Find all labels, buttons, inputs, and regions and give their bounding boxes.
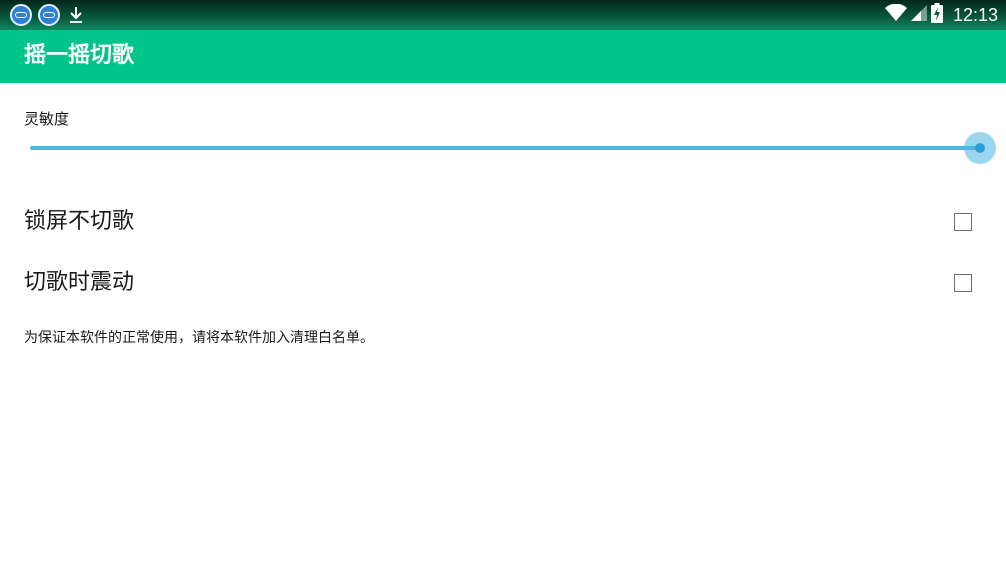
lockscreen-checkbox[interactable]: [954, 213, 972, 231]
system-icons: 12:13: [884, 3, 998, 27]
app-bar: 摇一摇切歌: [0, 30, 1006, 83]
fox-notification-icon: [10, 4, 32, 26]
download-icon: [66, 4, 86, 26]
notification-icons: [10, 4, 86, 26]
page-title: 摇一摇切歌: [24, 43, 135, 68]
vibrate-checkbox[interactable]: [954, 274, 972, 292]
whitelist-note: 为保证本软件的正常使用，请将本软件加入清理白名单。: [24, 330, 374, 346]
pref-title-lockscreen: 锁屏不切歌: [24, 209, 135, 234]
battery-charging-icon: [930, 3, 943, 27]
sensitivity-label: 灵敏度: [24, 110, 70, 128]
cell-signal-icon: [910, 4, 927, 26]
slider-thumb[interactable]: [975, 143, 985, 153]
pref-title-vibrate: 切歌时震动: [24, 270, 135, 295]
pref-row-vibrate[interactable]: 切歌时震动: [0, 253, 1006, 313]
fox-notification-icon: [38, 4, 60, 26]
status-bar: 12:13: [0, 0, 1006, 30]
pref-row-lockscreen[interactable]: 锁屏不切歌: [0, 192, 1006, 252]
status-time: 12:13: [952, 4, 998, 25]
sensitivity-slider[interactable]: [30, 130, 996, 166]
wifi-icon: [884, 3, 907, 26]
settings-screen: 12:13 摇一摇切歌 灵敏度 锁屏不切歌 切歌时震动 为保证本软件的正常使用，…: [0, 0, 1006, 566]
slider-track[interactable]: [30, 146, 980, 150]
